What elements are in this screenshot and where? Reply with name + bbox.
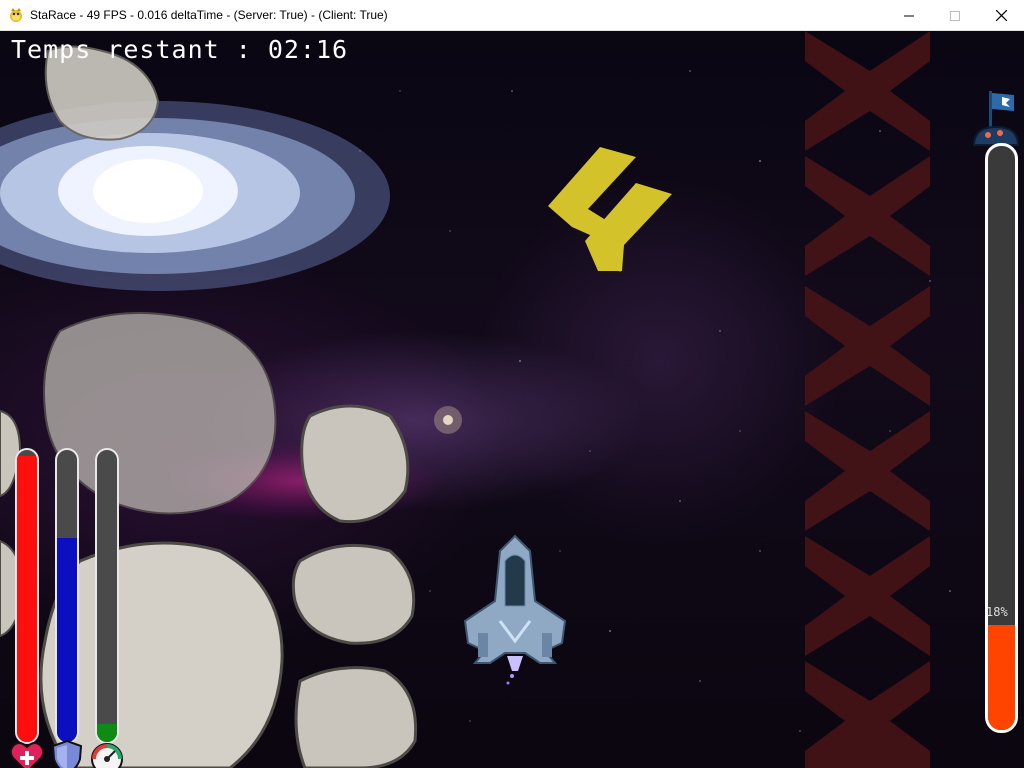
time-remaining-label: Temps restant : 02:16: [11, 35, 349, 64]
speedometer-icon: [91, 743, 123, 768]
shield-gauge: [55, 448, 79, 744]
race-progress-label: 18%: [986, 605, 1008, 619]
health-gauge-fill: [17, 455, 37, 742]
race-progress-fill: [988, 624, 1015, 730]
galaxy: [0, 101, 390, 291]
minimize-icon: [904, 15, 914, 16]
player-spaceship: [463, 534, 567, 685]
yellow-chevrons-icon: [548, 147, 672, 271]
space-background: [0, 31, 951, 768]
minimize-button[interactable]: [886, 0, 932, 31]
close-button[interactable]: [978, 0, 1024, 31]
pygame-snake-icon: [10, 8, 22, 22]
window-title: StaRace - 49 FPS - 0.016 deltaTime - (Se…: [30, 8, 388, 22]
track-edge-markers: [805, 31, 930, 768]
boost-gauge: [95, 448, 119, 744]
close-icon: [995, 10, 1007, 21]
health-gauge: [15, 448, 39, 744]
window-titlebar: StaRace - 49 FPS - 0.016 deltaTime - (Se…: [0, 0, 1024, 31]
finish-flag-icon: [972, 91, 1020, 146]
shield-gauge-fill: [57, 537, 77, 742]
shield-icon: [51, 739, 83, 768]
race-progress-bar: [985, 143, 1018, 733]
maximize-icon: [950, 10, 960, 21]
game-viewport[interactable]: Temps restant : 02:16 18%: [0, 31, 1024, 768]
heart-plus-icon: [9, 741, 45, 768]
maximize-button[interactable]: [932, 0, 978, 31]
